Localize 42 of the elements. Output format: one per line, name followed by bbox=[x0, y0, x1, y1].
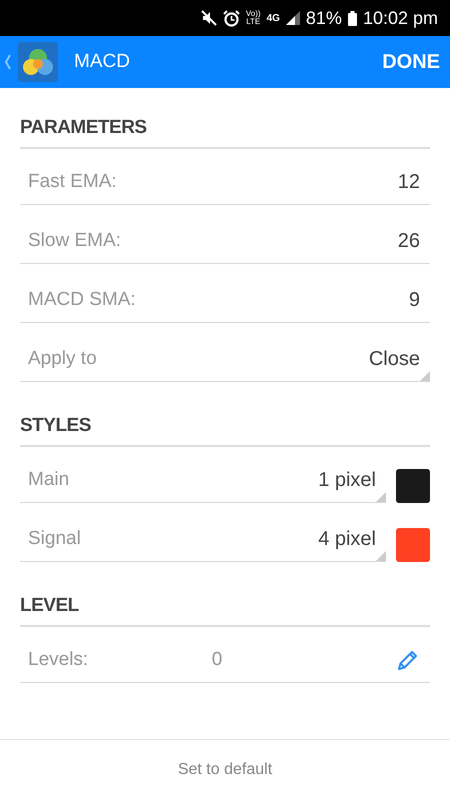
mute-icon bbox=[200, 10, 217, 26]
network-label: 4G bbox=[266, 12, 280, 24]
field-value: 9 bbox=[408, 288, 420, 313]
field-value: 1 pixel bbox=[318, 468, 376, 493]
screen-title: MACD bbox=[74, 51, 131, 73]
set-default-button[interactable]: Set to default bbox=[170, 753, 280, 787]
field-value: Close bbox=[368, 347, 420, 372]
dropdown-corner-icon bbox=[420, 371, 430, 381]
volte-label: LTE bbox=[246, 18, 260, 26]
field-label: Fast EMA: bbox=[28, 170, 118, 194]
color-swatch[interactable] bbox=[396, 469, 430, 503]
field-label: Levels: bbox=[28, 648, 90, 672]
input-field[interactable]: Fast EMA: 12 bbox=[20, 151, 430, 205]
volte-label: Vo)) bbox=[246, 10, 261, 18]
signal-icon bbox=[286, 11, 300, 25]
dropdown-field[interactable]: Main 1 pixel bbox=[20, 449, 386, 503]
input-field[interactable]: MACD SMA: 9 bbox=[20, 269, 430, 323]
done-button[interactable]: DONE bbox=[382, 44, 440, 80]
field-value: 26 bbox=[398, 229, 420, 254]
field-value: 4 pixel bbox=[318, 527, 376, 552]
alarm-icon bbox=[222, 10, 240, 26]
field-label: Slow EMA: bbox=[28, 229, 122, 253]
field-label: Signal bbox=[28, 527, 82, 551]
back-chevron-icon bbox=[4, 54, 12, 70]
dropdown-field[interactable]: Signal 4 pixel bbox=[20, 508, 386, 562]
section-heading: STYLES bbox=[20, 387, 430, 447]
field-value: 12 bbox=[398, 170, 420, 195]
section-heading: LEVEL bbox=[20, 567, 430, 627]
battery-percent: 81% bbox=[306, 8, 342, 28]
field-label: Main bbox=[28, 468, 70, 492]
battery-icon bbox=[348, 10, 357, 26]
field-label: MACD SMA: bbox=[28, 288, 137, 312]
field-value: 0 bbox=[212, 648, 222, 672]
section-heading: PARAMETERS bbox=[20, 88, 430, 149]
dropdown-field[interactable]: Apply to Close bbox=[20, 328, 430, 382]
input-field[interactable]: Slow EMA: 26 bbox=[20, 210, 430, 264]
dropdown-corner-icon bbox=[376, 492, 386, 502]
clock: 10:02 pm bbox=[362, 8, 438, 28]
app-logo-icon bbox=[18, 42, 58, 82]
dropdown-corner-icon bbox=[376, 551, 386, 561]
color-swatch[interactable] bbox=[396, 528, 430, 562]
field-label: Apply to bbox=[28, 347, 98, 371]
